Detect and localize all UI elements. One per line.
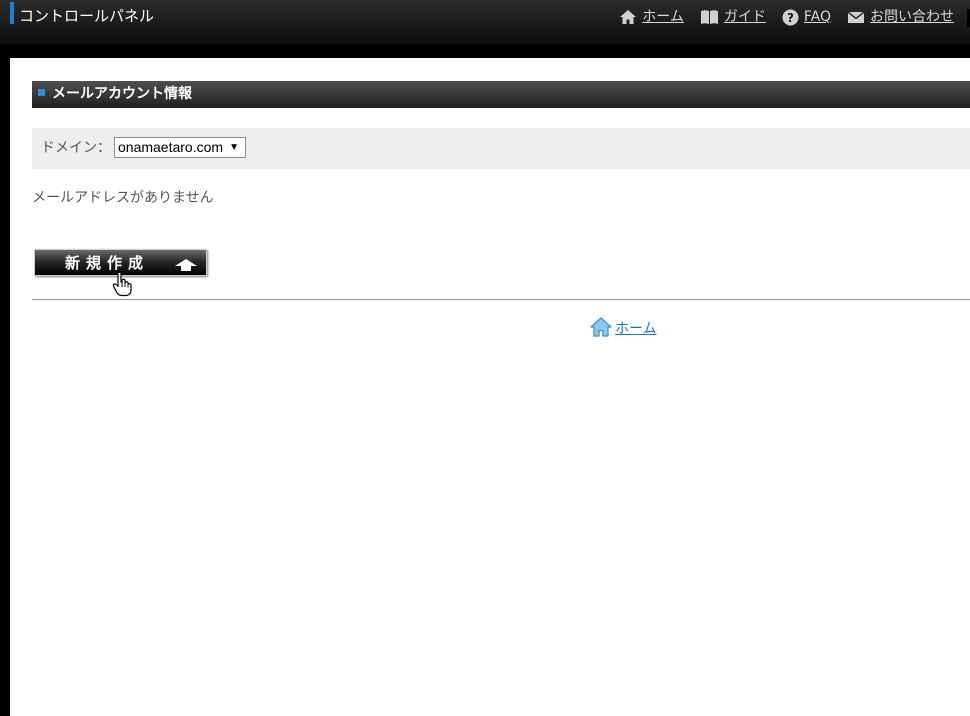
domain-select[interactable]: onamaetaro.com ▼ [114,137,246,158]
help-icon: ? [782,9,799,26]
header-accent-bar [10,2,14,24]
book-icon [700,9,719,25]
new-create-button-label: 新規作成 [65,254,150,272]
nav-contact-link[interactable]: お問い合わせ [847,8,954,26]
home-icon [590,317,612,341]
top-navigation: ホーム ガイド ? FAQ お問い合わせ [603,8,954,26]
section-divider [32,299,970,300]
nav-guide-link[interactable]: ガイド [700,8,766,26]
nav-home-label: ホーム [642,9,684,25]
nav-contact-label: お問い合わせ [870,9,954,25]
mail-icon [847,10,865,24]
nav-faq-link[interactable]: ? FAQ [782,8,831,26]
nav-faq-label: FAQ [803,9,831,25]
main-content: メールアカウント情報 ドメイン： onamaetaro.com ▼ メールアドレ… [10,58,970,716]
section-title: メールアカウント情報 [52,86,192,102]
footer-home-link[interactable]: ホーム [590,317,657,341]
empty-message: メールアドレスがありません [32,190,214,206]
top-bar: コントロールパネル ホーム ガイド ? FAQ お問い合わせ [0,0,970,44]
dropdown-arrow-icon: ▼ [229,142,239,153]
domain-filter-bar: ドメイン： onamaetaro.com ▼ [32,128,970,169]
arrow-up-icon [175,256,197,275]
domain-label: ドメイン： [41,140,111,156]
svg-text:?: ? [787,11,794,25]
panel-title: コントロールパネル [19,7,155,25]
hand-cursor-icon [112,271,132,301]
nav-home-link[interactable]: ホーム [619,8,684,26]
section-bullet-icon [38,89,45,96]
nav-guide-label: ガイド [723,9,766,25]
domain-select-value: onamaetaro.com [118,139,224,155]
footer-home-label: ホーム [615,321,657,337]
home-icon [619,9,637,25]
section-header: メールアカウント情報 [32,81,970,108]
